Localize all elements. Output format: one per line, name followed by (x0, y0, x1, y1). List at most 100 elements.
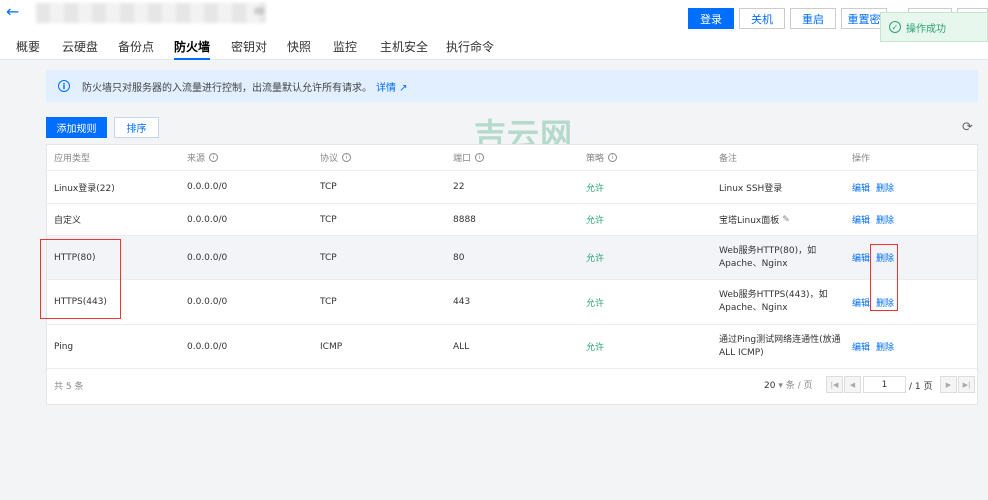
row-actions: 编辑 删除 (852, 204, 900, 235)
cell-port: 8888 (453, 214, 476, 225)
col-protocol: 协议 i (320, 145, 352, 170)
col-policy: 策略 i (586, 145, 618, 170)
page-input[interactable]: 1 (863, 376, 906, 393)
cell-source: 0.0.0.0/0 (187, 297, 228, 307)
tab-overview[interactable]: 概要 (16, 38, 40, 60)
tab-firewall[interactable]: 防火墙 (174, 38, 211, 60)
page-size-select[interactable]: 20 ▾ 条 / 页 (764, 378, 812, 391)
cell-note-line2: Apache、Nginx (719, 258, 788, 269)
edit-link[interactable]: 编辑 (852, 251, 870, 264)
delete-link[interactable]: 删除 (876, 213, 894, 226)
tab-snapshot[interactable]: 快照 (287, 38, 311, 60)
tab-monitor[interactable]: 监控 (333, 38, 357, 60)
shutdown-button[interactable]: 关机 (739, 8, 785, 29)
firewall-notice: i 防火墙只对服务器的入流量进行控制，出流量默认允许所有请求。 详情 ↗ (46, 70, 978, 102)
success-toast: ✓ 操作成功 (880, 12, 988, 42)
cell-note: Web服务HTTPS(443)，如 Apache、Nginx (719, 280, 828, 324)
cell-note-line1: Web服务HTTPS(443)，如 (719, 290, 828, 300)
highlight-box-delete (870, 244, 898, 311)
edit-link[interactable]: 编辑 (852, 296, 870, 309)
cell-port: 443 (453, 297, 471, 307)
tab-host-security[interactable]: 主机安全 (380, 38, 428, 60)
tab-cloud-disk[interactable]: 云硬盘 (62, 38, 98, 60)
cell-port: 80 (453, 252, 465, 263)
tab-bar: 概要 云硬盘 备份点 防火墙 密钥对 快照 监控 主机安全 执行命令 (0, 36, 988, 60)
help-icon[interactable]: i (342, 153, 352, 162)
col-port-label: 端口 (453, 154, 472, 164)
cell-source: 0.0.0.0/0 (187, 252, 228, 263)
cell-note: 通过Ping测试网络连通性(放通 ALL ICMP) (719, 325, 841, 368)
col-protocol-label: 协议 (320, 154, 339, 164)
cell-note-text: 宝塔Linux面板 (719, 216, 780, 226)
refresh-icon[interactable]: ⟳ (962, 120, 973, 135)
total-pages: / 1 页 (909, 382, 933, 392)
cell-policy: 允许 (586, 254, 605, 264)
toast-text: 操作成功 (906, 23, 946, 35)
tab-keypair[interactable]: 密钥对 (231, 38, 267, 60)
details-link[interactable]: 详情 ↗ (376, 79, 408, 94)
cell-protocol: ICMP (320, 341, 343, 352)
last-page-icon[interactable]: ▶| (958, 376, 975, 393)
col-app-type: 应用类型 (54, 154, 91, 164)
edit-link[interactable]: 编辑 (852, 340, 870, 353)
col-source-label: 来源 (187, 154, 206, 164)
check-icon: ✓ (889, 21, 901, 33)
table-row: 自定义 0.0.0.0/0 TCP 8888 允许 宝塔Linux面板 ✎ 编辑删… (47, 204, 977, 236)
info-icon: i (58, 80, 70, 92)
login-button[interactable]: 登录 (688, 8, 734, 29)
table-row: Linux登录(22) 0.0.0.0/0 TCP 22 允许 Linux SS… (47, 171, 977, 204)
cell-protocol: TCP (320, 252, 337, 263)
cell-policy: 允许 (586, 183, 605, 194)
cell-port: ALL (453, 341, 470, 352)
title-suffix: ıɒ (253, 4, 264, 17)
prev-page-icon[interactable]: ◀ (844, 376, 861, 393)
next-page-icon[interactable]: ▶ (940, 376, 957, 393)
cell-note-line1: 通过Ping测试网络连通性(放通 (719, 334, 841, 345)
col-policy-label: 策略 (586, 154, 605, 164)
per-page-label: 条 / 页 (785, 381, 813, 391)
help-icon[interactable]: i (608, 153, 618, 162)
highlight-box-app-type (40, 239, 121, 319)
back-arrow-icon[interactable]: ← (6, 2, 19, 21)
tab-exec-command[interactable]: 执行命令 (446, 38, 494, 60)
add-rule-button[interactable]: 添加规则 (46, 117, 107, 138)
cell-app: Ping (54, 341, 74, 352)
edit-link[interactable]: 编辑 (852, 213, 870, 226)
cell-policy: 允许 (586, 216, 605, 226)
restart-button[interactable]: 重启 (790, 8, 836, 29)
cell-note: Linux SSH登录 (719, 183, 783, 194)
sort-button[interactable]: 排序 (114, 117, 159, 138)
firewall-rules-table: 应用类型 来源 i 协议 i 端口 i 策略 i 备注 操作 Linux登录(22) 0… (46, 144, 978, 405)
cell-protocol: TCP (320, 297, 337, 307)
row-actions: 编辑 删除 (852, 171, 900, 203)
first-page-icon[interactable]: |◀ (826, 376, 843, 393)
notice-text: 防火墙只对服务器的入流量进行控制，出流量默认允许所有请求。 (82, 82, 372, 94)
table-row: HTTPS(443) 0.0.0.0/0 TCP 443 允许 Web服务HTT… (47, 280, 977, 325)
cell-note-line1: Web服务HTTP(80)，如 (719, 245, 817, 256)
cell-note-line2: Apache、Nginx (719, 303, 788, 313)
top-bar: ← ıɒ 登录 关机 重启 重置密 概要 云硬盘 备份点 防火墙 密钥对 快照 … (0, 0, 988, 60)
help-icon[interactable]: i (209, 153, 219, 162)
table-row: Ping 0.0.0.0/0 ICMP ALL 允许 通过Ping测试网络连通性… (47, 325, 977, 369)
cell-app: Linux登录(22) (54, 183, 115, 194)
col-port: 端口 i (453, 145, 485, 170)
details-link-label: 详情 (376, 82, 396, 94)
cell-port: 22 (453, 182, 465, 192)
row-actions: 编辑 删除 (852, 325, 900, 368)
tab-backup[interactable]: 备份点 (118, 38, 154, 60)
col-source: 来源 i (187, 145, 219, 170)
cell-app: 自定义 (54, 216, 82, 226)
total-count: 共 5 条 (54, 382, 84, 392)
col-actions: 操作 (852, 154, 871, 164)
pencil-icon[interactable]: ✎ (782, 215, 790, 225)
help-icon[interactable]: i (475, 153, 485, 162)
cell-source: 0.0.0.0/0 (187, 182, 228, 192)
delete-link[interactable]: 删除 (876, 181, 894, 194)
instance-title-blurred: ıɒ (36, 3, 266, 23)
table-row: HTTP(80) 0.0.0.0/0 TCP 80 允许 Web服务HTTP(8… (47, 236, 977, 280)
delete-link[interactable]: 删除 (876, 340, 894, 353)
edit-link[interactable]: 编辑 (852, 181, 870, 194)
cell-note: Web服务HTTP(80)，如 Apache、Nginx (719, 236, 816, 279)
cell-protocol: TCP (320, 214, 337, 225)
cell-source: 0.0.0.0/0 (187, 214, 228, 225)
